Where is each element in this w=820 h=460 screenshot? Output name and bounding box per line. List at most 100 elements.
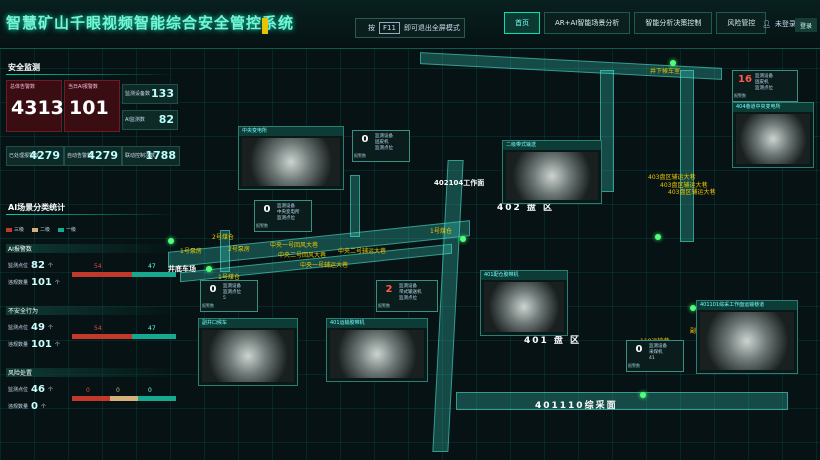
legend-level-3: 三级	[6, 226, 24, 233]
nav-ar-ai[interactable]: AR+AI智能场景分析	[544, 12, 631, 34]
camera-image	[330, 330, 424, 378]
bar-red-value: 0	[86, 387, 90, 394]
severity-bar-red	[72, 334, 132, 339]
coal-bin-2-label: 2号煤仓	[212, 234, 234, 241]
handled-alarms-card[interactable]: 已处理报警数 4279	[6, 146, 64, 166]
camera-feed[interactable]: 副井口候车	[198, 318, 298, 386]
camera-title: 401配仓胶带机	[481, 271, 567, 280]
camera-image	[242, 138, 340, 186]
category-title: AI报警数	[6, 244, 180, 253]
severity-bar	[72, 334, 176, 339]
severity-bar-red	[72, 396, 110, 401]
total-alarms-value: 4313	[11, 97, 64, 119]
severity-bar-teal	[138, 396, 176, 401]
track-label-d: 中央二号辅运大巷	[338, 248, 387, 255]
category-title: 风险处置	[6, 368, 180, 377]
login-button[interactable]: 登录	[795, 18, 817, 32]
sensor-box[interactable]: 0 报警数 监测设备 中央变电所 监测点位	[254, 200, 312, 232]
violation-value: 0	[31, 401, 38, 412]
bar-red-value: 54	[94, 263, 102, 270]
ai-monitor-label: AI监测数	[125, 117, 145, 123]
monitor-row: 监测点位 82 个	[8, 260, 53, 271]
camera-feed[interactable]: 401配仓胶带机	[480, 270, 568, 336]
sensor-box[interactable]: 0 报警数 监测设备 监测点位 5	[200, 280, 258, 312]
tunnel-upper-branch	[350, 175, 360, 237]
nav-decision[interactable]: 智能分析决策控制	[634, 12, 713, 34]
sensor-items: 监测设备 采煤机 41	[649, 344, 667, 361]
camera-feed[interactable]: 401运输胶带机	[326, 318, 428, 382]
alarm-count: 2	[385, 284, 393, 295]
alarm-pin[interactable]	[460, 236, 466, 242]
site-alarm-card[interactable]: 自动告警数 4279	[64, 146, 122, 166]
alarm-pin[interactable]	[206, 266, 212, 272]
monitor-devices-card[interactable]: 监测设备数 133	[122, 84, 178, 104]
monitor-value: 46	[31, 384, 45, 395]
main-nav: 首页 AR+AI智能场景分析 智能分析决策控制 风险管控	[504, 12, 767, 34]
severity-bar	[72, 396, 176, 401]
track-label-b: 中央二号回风大巷	[278, 252, 327, 259]
today-ai-value: 101	[69, 97, 109, 119]
camera-feed[interactable]: 401101综采工作面运输巷道	[696, 300, 798, 374]
camera-feed[interactable]: 中央变电所	[238, 126, 344, 190]
tunnel-403-vertical-a	[600, 70, 614, 192]
camera-title: 副井口候车	[199, 319, 297, 328]
violation-row: 违规数量 0 个	[8, 401, 46, 412]
alarm-count-label: 报警数	[354, 153, 366, 158]
sensor-items: 监测设备 固皮机 监测点位	[755, 74, 773, 91]
monitor-value: 82	[31, 260, 45, 271]
user-status[interactable]: 👤︎ 未登录	[762, 19, 796, 29]
mine-waiting-label: 井下候车室	[650, 68, 681, 75]
camera-feed[interactable]: 404巷道中央变电所	[732, 102, 814, 168]
sensor-box[interactable]: 0 报警数 监测设备 采煤机 41	[626, 340, 684, 372]
page-title: 智慧矿山千眼视频智能综合安全管控系统	[6, 14, 295, 32]
violation-unit: 个	[54, 342, 60, 348]
category-risk-handling[interactable]: 风险处置 监测点位 46 个 违规数量 0 个 0 0 0	[6, 368, 180, 424]
category-ai-alarms[interactable]: AI报警数 监测点位 82 个 违规数量 101 个 54 47	[6, 244, 180, 300]
sensor-box[interactable]: 0 报警数 监测设备 固皮机 监测点位	[352, 130, 410, 162]
tunnel-401110-face	[456, 392, 788, 410]
sensor-box[interactable]: 16 报警数 监测设备 固皮机 监测点位	[732, 70, 798, 102]
fullscreen-hint: 按 F11 即可退出全屏模式	[355, 18, 465, 38]
section-divider	[6, 74, 176, 75]
nav-risk[interactable]: 风险管控	[716, 12, 767, 34]
top-header: 智慧矿山千眼视频智能综合安全管控系统 按 F11 即可退出全屏模式 首页 AR+…	[0, 0, 820, 49]
area-label-401110: 401110综采面	[535, 401, 618, 411]
violation-label: 违规数量	[8, 342, 29, 348]
violation-unit: 个	[40, 404, 46, 410]
section-divider	[6, 214, 176, 215]
alarm-count: 0	[263, 204, 271, 215]
bar-teal-value: 0	[148, 387, 152, 394]
sensor-items: 监测设备 中央变电所 监测点位	[277, 204, 300, 221]
camera-image	[506, 152, 598, 200]
linked-control-value: 1788	[145, 149, 176, 162]
severity-bar-tan	[110, 396, 138, 401]
monitor-devices-value: 133	[151, 87, 174, 100]
alarm-pin[interactable]	[655, 234, 661, 240]
sensor-items: 监测设备 监测点位 5	[223, 284, 241, 301]
monitor-unit: 个	[47, 387, 53, 393]
linked-control-card[interactable]: 联动控制次数 1788	[122, 146, 180, 166]
legend-level-2-label: 二级	[40, 227, 51, 233]
alarm-count-label: 报警数	[628, 363, 640, 368]
alarm-count-label: 报警数	[202, 303, 214, 308]
sensor-box[interactable]: 2 报警数 监测设备 带式输送机 监测点位	[376, 280, 438, 312]
violation-label: 违规数量	[8, 404, 29, 410]
area-label-403c: 403盘区辅运大巷	[668, 189, 716, 196]
category-unsafe-behavior[interactable]: 不安全行为 监测点位 49 个 违规数量 101 个 54 47	[6, 306, 180, 362]
severity-bar-teal	[132, 272, 176, 277]
today-ai-label: 当日AI报警数	[68, 84, 98, 90]
alarm-count-label: 报警数	[734, 93, 746, 98]
alarm-pin[interactable]	[640, 392, 646, 398]
alarm-count: 0	[209, 284, 217, 295]
violation-value: 101	[31, 277, 52, 288]
total-alarms-card[interactable]: 总体告警数 4313	[6, 80, 64, 132]
ai-monitor-card[interactable]: AI监测数 82	[122, 110, 178, 130]
camera-feed[interactable]: 二级带式输送	[502, 140, 602, 204]
legend-level-1-label: 一级	[66, 227, 77, 233]
sensor-items: 监测设备 带式输送机 监测点位	[399, 284, 422, 301]
nav-home[interactable]: 首页	[504, 12, 540, 34]
track-label-c: 中央一号辅运大巷	[300, 262, 349, 269]
total-alarms-label: 总体告警数	[10, 84, 36, 90]
legend-level-1: 一级	[58, 226, 76, 233]
today-ai-card[interactable]: 当日AI报警数 101	[64, 80, 120, 132]
